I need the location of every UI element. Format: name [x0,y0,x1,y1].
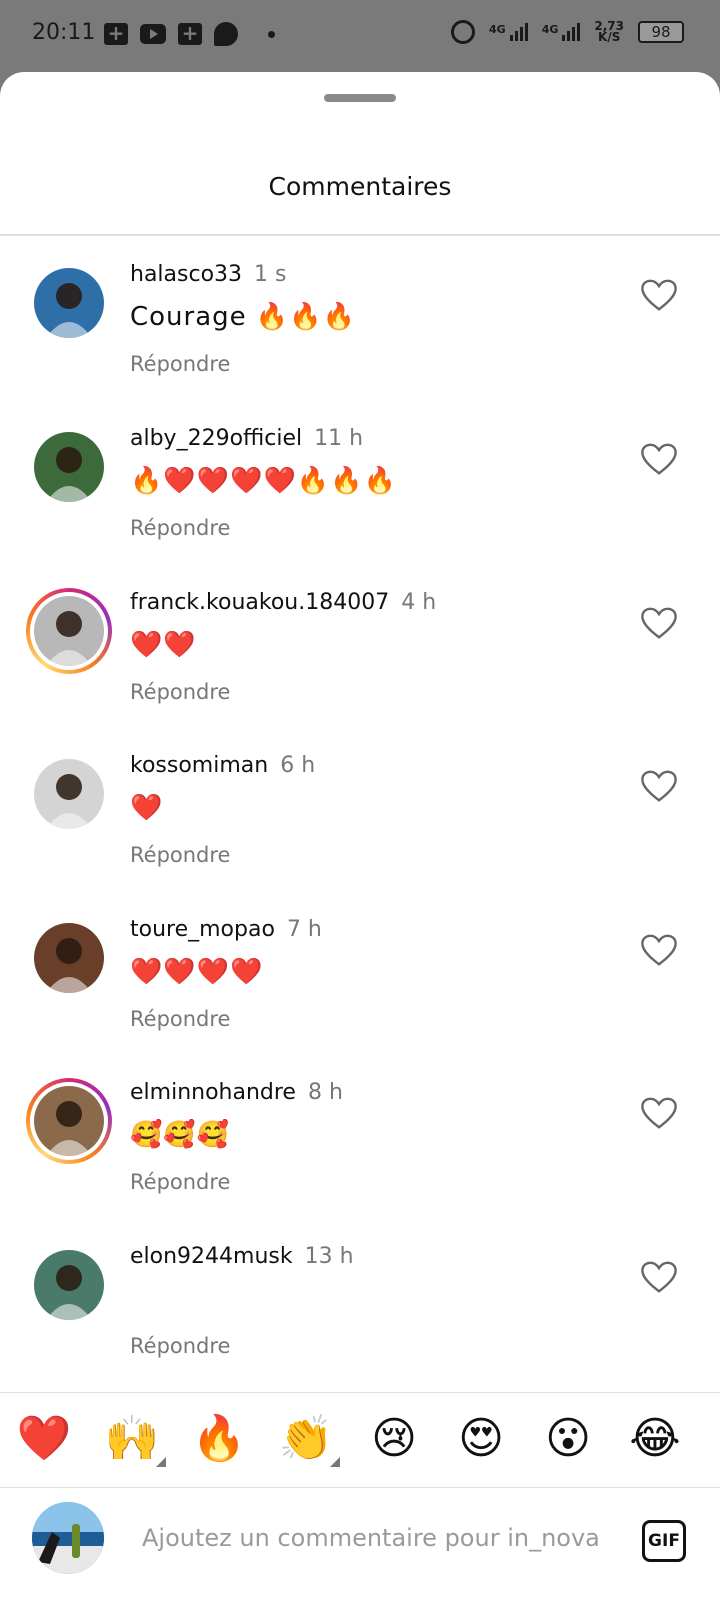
heart-icon[interactable] [640,933,678,967]
comment-item[interactable]: halasco33 1 s Courage 🔥🔥🔥 Répondre [0,236,720,404]
sheet-title: Commentaires [268,172,452,201]
comments-sheet: Commentaires halasco33 1 s Courage 🔥🔥🔥 Répo… [0,72,720,1612]
comment-item[interactable]: elon9244musk 13 h Répondre [0,1218,720,1386]
comment-item[interactable]: kossomiman 6 h ❤️ Répondre [0,727,720,895]
avatar[interactable] [26,915,112,1001]
comment-composer: GIF [0,1490,720,1590]
reply-button[interactable]: Répondre [130,680,230,704]
notification-icons: + + [104,22,275,46]
comment-input[interactable] [142,1518,612,1558]
comment-username[interactable]: elminnohandre [130,1080,296,1105]
comment-list[interactable]: halasco33 1 s Courage 🔥🔥🔥 Répondre alby_229o… [0,236,720,1392]
comment-text: 🥰🥰🥰 [130,1120,231,1150]
heart-icon[interactable] [640,769,678,803]
signal-icon: 4G [489,23,528,41]
comment-timestamp: 4 h [401,590,437,615]
comment-item[interactable]: toure_mopao 7 h ❤️❤️❤️❤️ Répondre [0,891,720,1059]
signal-icon: 4G [542,23,581,41]
fire-reaction[interactable]: 🔥 [189,1411,249,1467]
gif-button[interactable]: GIF [642,1520,686,1562]
clapping-hands-reaction[interactable]: 👏 [276,1411,340,1467]
comment-username[interactable]: halasco33 [130,262,242,287]
plus-box-icon: + [104,23,128,45]
avatar[interactable] [26,1242,112,1328]
youtube-icon [140,24,166,44]
comment-timestamp: 13 h [304,1244,354,1269]
heart-icon[interactable] [640,1096,678,1130]
heart-eyes-reaction[interactable]: 😍 [451,1411,511,1467]
battery-icon: 98 [638,21,684,43]
comment-text: ❤️❤️❤️❤️ [130,957,264,987]
network-speed: 2,73 K/S [594,19,624,44]
plus-box-icon: + [178,23,202,45]
avatar[interactable] [26,424,112,510]
avatar[interactable] [26,260,112,346]
heart-icon[interactable] [640,442,678,476]
comment-item[interactable]: elminnohandre 8 h 🥰🥰🥰 Répondre [0,1054,720,1222]
heart-icon[interactable] [640,1260,678,1294]
comment-text: 🔥❤️❤️❤️❤️🔥🔥🔥 [130,466,397,496]
reply-button[interactable]: Répondre [130,516,230,540]
heart-icon[interactable] [640,606,678,640]
comment-item[interactable]: alby_229officiel 11 h 🔥❤️❤️❤️❤️🔥🔥🔥 Répondre [0,400,720,568]
status-time: 20:11 [32,20,96,45]
reply-button[interactable]: Répondre [130,1334,230,1358]
alarm-icon [451,20,476,44]
comment-username[interactable]: elon9244musk [130,1244,293,1269]
reply-button[interactable]: Répondre [130,352,230,376]
red-heart-reaction[interactable]: ❤️ [14,1411,74,1467]
comment-username[interactable]: franck.kouakou.184007 [130,590,389,615]
raised-hands-reaction[interactable]: 🙌 [102,1411,166,1467]
crying-face-reaction[interactable]: 😢 [364,1411,424,1467]
comment-text: ❤️❤️ [130,630,197,660]
tears-of-joy-reaction[interactable]: 😂 [625,1411,685,1467]
comment-username[interactable]: alby_229officiel [130,426,302,451]
reply-button[interactable]: Répondre [130,1170,230,1194]
drag-handle[interactable] [324,94,396,102]
reply-button[interactable]: Répondre [130,843,230,867]
system-icons: 4G 4G 2,73 K/S 98 [451,20,684,44]
comment-timestamp: 8 h [307,1080,343,1105]
status-bar: 20:11 + + 4G 4G 2,73 K/S 98 [0,0,720,72]
reply-button[interactable]: Répondre [130,1007,230,1031]
app-notification-icon [214,22,238,46]
avatar[interactable] [26,588,112,674]
comment-text: ❤️ [130,793,164,823]
quick-reactions-bar: ❤️ 🙌 🔥 👏 😢 😍 😮 😂 [0,1392,720,1488]
comment-text: Courage 🔥🔥🔥 [130,302,357,332]
comment-username[interactable]: kossomiman [130,753,268,778]
comment-username[interactable]: toure_mopao [130,917,275,942]
comment-item[interactable]: franck.kouakou.184007 4 h ❤️❤️ Répondre [0,564,720,732]
skin-tone-indicator-icon [330,1457,340,1467]
avatar [32,1502,104,1574]
comment-timestamp: 6 h [280,753,316,778]
avatar[interactable] [26,1078,112,1164]
surprised-face-reaction[interactable]: 😮 [538,1411,598,1467]
avatar[interactable] [26,751,112,837]
navigation-bar [0,1590,720,1612]
comment-timestamp: 7 h [286,917,322,942]
comment-timestamp: 1 s [254,262,287,287]
more-notifications-dot-icon [268,30,275,38]
comment-timestamp: 11 h [314,426,364,451]
skin-tone-indicator-icon [156,1457,166,1467]
heart-icon[interactable] [640,278,678,312]
